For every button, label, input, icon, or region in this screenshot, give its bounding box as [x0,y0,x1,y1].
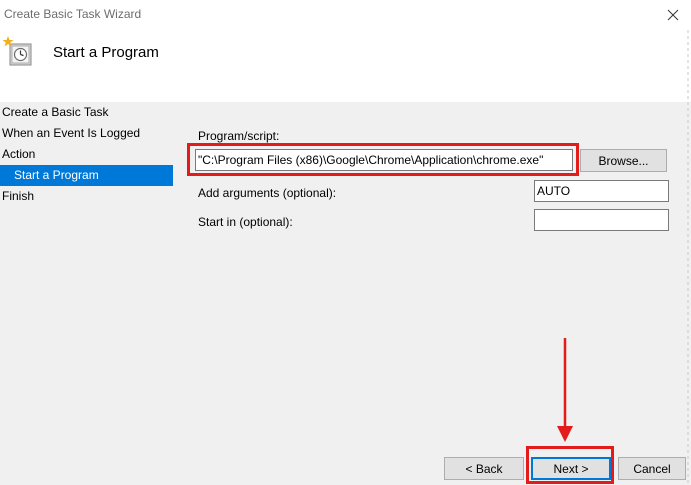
window-title: Create Basic Task Wizard [4,7,142,21]
close-icon[interactable] [662,4,684,26]
sidebar-item-create-basic-task[interactable]: Create a Basic Task [0,102,173,123]
add-arguments-label: Add arguments (optional): [198,186,337,200]
program-script-label: Program/script: [198,129,280,143]
browse-button[interactable]: Browse... [580,149,667,172]
back-button[interactable]: < Back [444,457,524,480]
start-in-input[interactable] [534,209,669,231]
down-arrow-icon [557,338,573,442]
sidebar-item-finish[interactable]: Finish [0,186,173,207]
wizard-steps-sidebar: Create a Basic Task When an Event Is Log… [0,102,173,207]
window-edge [686,30,691,485]
sidebar-item-start-a-program[interactable]: Start a Program [0,165,173,186]
title-bar: Create Basic Task Wizard [0,0,691,30]
add-arguments-input[interactable]: AUTO [534,180,669,202]
sidebar-item-when-event-logged[interactable]: When an Event Is Logged [0,123,173,144]
cancel-button[interactable]: Cancel [618,457,686,480]
start-in-label: Start in (optional): [198,215,293,229]
page-heading: Start a Program [53,44,159,61]
sidebar-item-action[interactable]: Action [0,144,173,165]
wizard-header: Start a Program [0,30,691,102]
next-button[interactable]: Next > [531,457,611,480]
task-scheduler-clock-icon [2,36,32,66]
program-script-input[interactable]: "C:\Program Files (x86)\Google\Chrome\Ap… [195,149,573,171]
